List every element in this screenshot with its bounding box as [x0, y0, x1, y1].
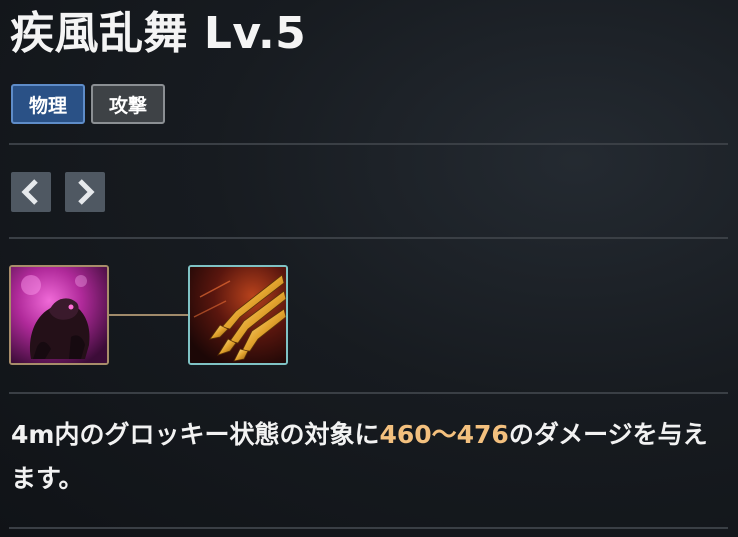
chevron-right-icon [78, 179, 95, 205]
current-skill-icon[interactable] [188, 265, 288, 365]
skill-description: 4m内のグロッキー状態の対象に460〜476のダメージを与えます。 [11, 413, 727, 501]
divider [9, 527, 728, 529]
skill-title: 疾風乱舞 Lv.5 [10, 8, 307, 59]
damage-range: 460〜476 [379, 420, 509, 449]
tag-attack: 攻撃 [91, 84, 165, 124]
divider [9, 237, 728, 239]
base-skill-icon[interactable] [9, 265, 109, 365]
dark-beast-skill-icon [11, 267, 107, 363]
prev-level-button[interactable] [11, 172, 51, 212]
tag-physical: 物理 [11, 84, 85, 124]
golden-claws-skill-icon [190, 267, 286, 363]
skill-tags: 物理 攻撃 [11, 84, 165, 124]
chevron-left-icon [21, 179, 38, 205]
skill-tree-connector [109, 314, 188, 316]
divider [9, 392, 728, 394]
next-level-button[interactable] [65, 172, 105, 212]
divider [9, 143, 728, 145]
description-prefix: 4m内のグロッキー状態の対象に [11, 420, 380, 449]
